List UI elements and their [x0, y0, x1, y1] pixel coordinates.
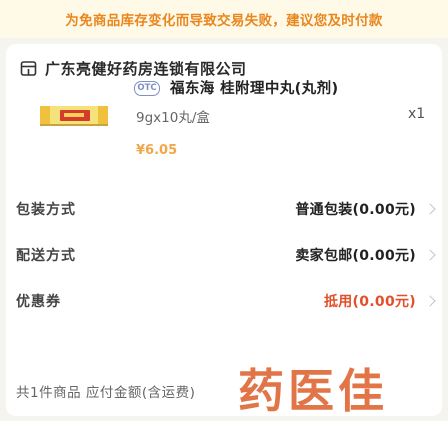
order-card: 广东亮健好药房连锁有限公司 OTC 福东海 桂附理中丸(丸剂) 9gx10丸/盒…	[6, 44, 442, 416]
notice-bar: 为免商品库存变化而导致交易失败，建议您及时付款	[0, 0, 448, 38]
product-spec: 9gx10丸/盒	[136, 110, 210, 126]
delivery-row[interactable]: 配送方式 卖家包邮(0.00元)	[16, 242, 440, 268]
coupon-row[interactable]: 优惠券 抵用(0.00元)	[16, 288, 440, 314]
product-quantity: x1	[408, 106, 426, 122]
packaging-row[interactable]: 包装方式 普通包装(0.00元)	[16, 196, 440, 222]
chevron-right-icon	[424, 203, 436, 215]
delivery-value: 卖家包邮(0.00元)	[295, 248, 416, 264]
otc-badge: OTC	[134, 81, 160, 96]
chevron-right-icon	[424, 295, 436, 307]
delivery-label: 配送方式	[16, 248, 76, 264]
notice-text: 为免商品库存变化而导致交易失败，建议您及时付款	[65, 13, 383, 29]
packaging-label: 包装方式	[16, 202, 76, 218]
watermark-logo: 药医佳	[238, 364, 388, 418]
chevron-right-icon	[424, 249, 436, 261]
store-icon	[20, 60, 37, 76]
product-thumbnail[interactable]	[34, 96, 114, 136]
product-name[interactable]: 福东海 桂附理中丸(丸剂)	[170, 77, 339, 98]
coupon-label: 优惠券	[16, 294, 61, 310]
coupon-value: 抵用(0.00元)	[323, 294, 416, 310]
order-total-text: 共1件商品 应付金额(含运费)	[16, 385, 196, 401]
packaging-value: 普通包装(0.00元)	[295, 202, 416, 218]
store-name: 广东亮健好药房连锁有限公司	[45, 59, 247, 78]
product-price: ¥6.05	[136, 143, 178, 158]
